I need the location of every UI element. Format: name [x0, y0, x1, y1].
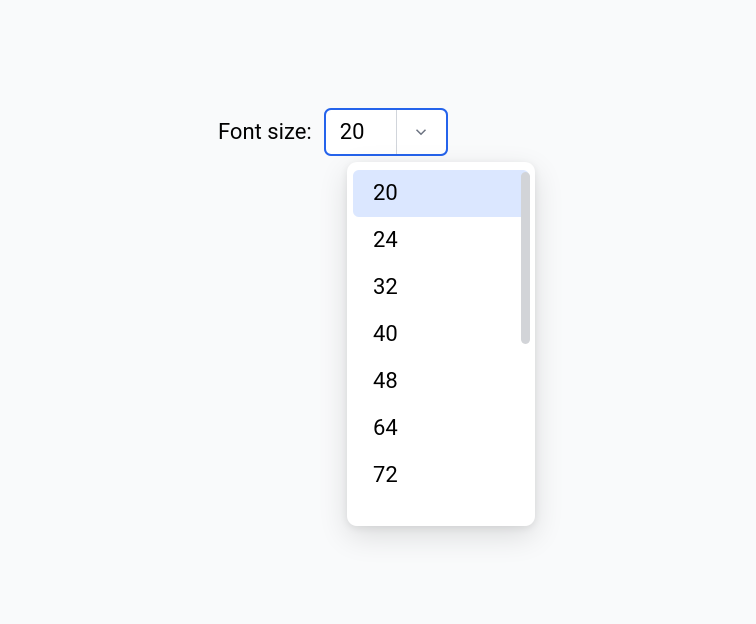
chevron-down-icon: [412, 123, 430, 141]
font-size-combobox[interactable]: [324, 108, 448, 156]
font-size-control: Font size:: [218, 108, 448, 156]
font-size-option[interactable]: 72: [353, 452, 529, 499]
font-size-option[interactable]: 40: [353, 311, 529, 358]
listbox-scroll[interactable]: 20243240486472: [347, 170, 535, 518]
font-size-option[interactable]: 24: [353, 217, 529, 264]
font-size-option[interactable]: 20: [353, 170, 529, 217]
font-size-input[interactable]: [326, 110, 396, 154]
scrollbar-thumb[interactable]: [521, 172, 530, 344]
font-size-label: Font size:: [218, 120, 312, 145]
font-size-listbox[interactable]: 20243240486472: [347, 162, 535, 526]
font-size-option[interactable]: 32: [353, 264, 529, 311]
font-size-option[interactable]: 48: [353, 358, 529, 405]
font-size-dropdown-button[interactable]: [396, 110, 446, 154]
font-size-option[interactable]: 64: [353, 405, 529, 452]
